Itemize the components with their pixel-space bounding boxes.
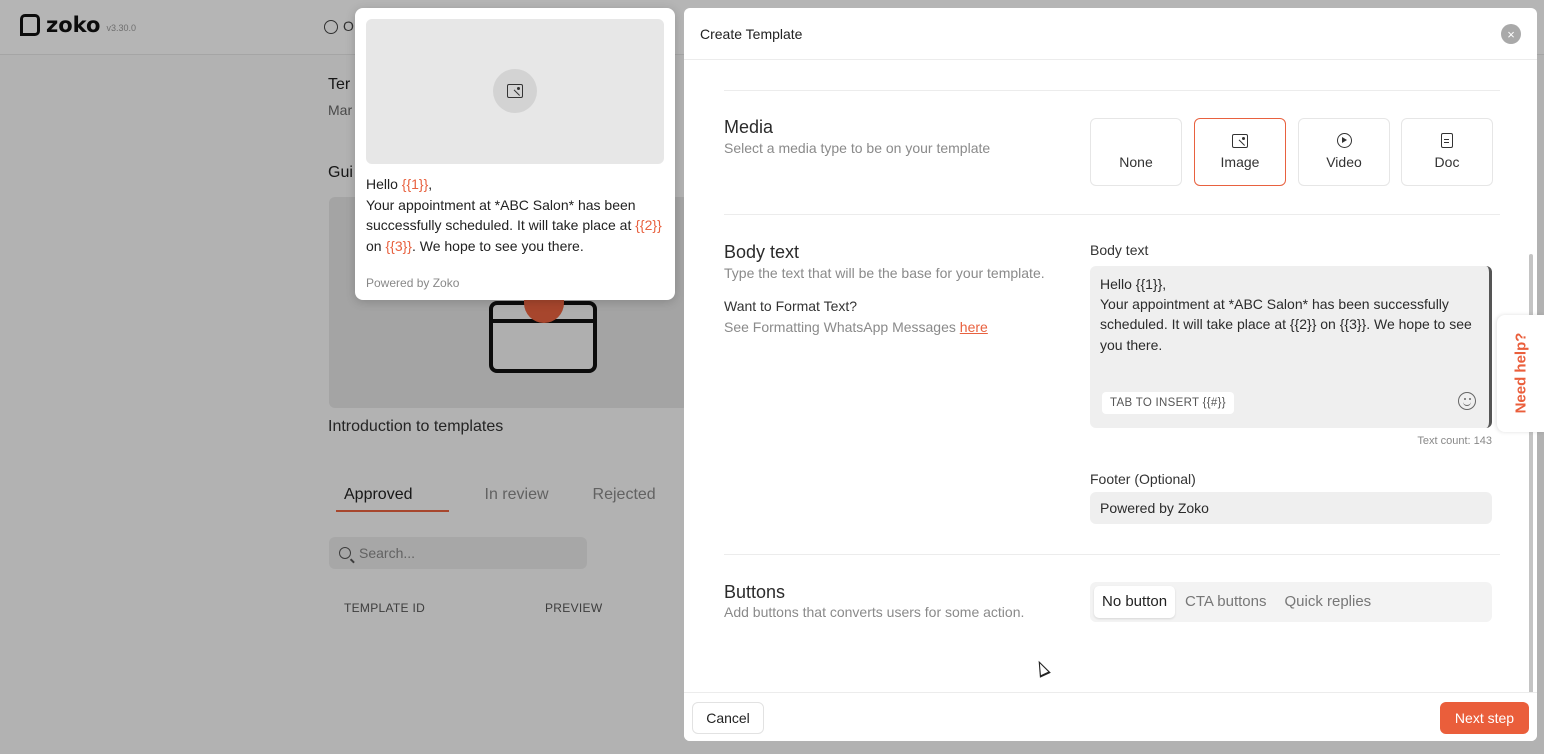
body-section-title: Body text <box>724 242 800 262</box>
preview-footer: Powered by Zoko <box>366 276 460 290</box>
need-help-tab[interactable]: Need help? <box>1497 315 1544 432</box>
body-section-subtitle: Type the text that will be the base for … <box>724 265 1045 281</box>
divider <box>724 90 1500 91</box>
divider <box>724 214 1500 215</box>
preview-media-placeholder <box>366 19 664 164</box>
preview-comma: , <box>428 176 433 192</box>
document-icon <box>1441 133 1453 148</box>
media-section-title: Media <box>724 117 774 137</box>
body-text-label: Body text <box>1090 242 1149 258</box>
image-icon <box>507 84 523 98</box>
preview-variable-2: {{2}} <box>635 217 662 233</box>
button-type-no-button[interactable]: No button <box>1094 586 1176 618</box>
close-icon[interactable]: × <box>1501 24 1521 44</box>
format-text-prefix: See Formatting WhatsApp Messages <box>724 319 960 335</box>
preview-image-icon-wrap <box>493 69 537 113</box>
button-type-cta-buttons[interactable]: CTA buttons <box>1177 586 1274 618</box>
formatting-help-link[interactable]: here <box>960 319 988 335</box>
media-option-image[interactable]: Image <box>1194 118 1286 186</box>
modal-footer: Cancel Next step <box>684 692 1537 741</box>
template-preview-card: Hello {{1}}, Your appointment at *ABC Sa… <box>355 8 675 300</box>
preview-message: Your appointment at *ABC Salon* has been… <box>366 196 636 234</box>
buttons-section-title: Buttons <box>724 582 786 602</box>
buttons-section-subtitle: Add buttons that converts users for some… <box>724 604 1025 620</box>
preview-message-end: . We hope to see you there. <box>411 237 584 254</box>
emoji-icon[interactable] <box>1458 392 1476 410</box>
next-step-button[interactable]: Next step <box>1440 702 1529 734</box>
media-option-none[interactable]: None <box>1090 118 1182 186</box>
body-text-value[interactable]: Hello {{1}}, Your appointment at *ABC Sa… <box>1100 274 1484 355</box>
cancel-button[interactable]: Cancel <box>692 702 764 734</box>
media-option-label: Video <box>1326 154 1362 170</box>
text-count: Text count: 143 <box>1417 435 1492 447</box>
preview-body-text: Hello {{1}}, Your appointment at *ABC Sa… <box>366 174 666 256</box>
tab-to-insert-hint[interactable]: TAB TO INSERT {{#}} <box>1102 392 1234 414</box>
format-text-hint: See Formatting WhatsApp Messages here <box>724 319 988 335</box>
need-help-label: Need help? <box>1512 332 1530 414</box>
media-option-doc[interactable]: Doc <box>1401 118 1493 186</box>
media-option-label: Image <box>1220 154 1260 170</box>
divider <box>724 554 1500 555</box>
preview-on: on <box>366 237 386 254</box>
media-section-subtitle: Select a media type to be on your templa… <box>724 140 991 156</box>
modal-title: Create Template <box>700 26 803 42</box>
modal-header: Create Template × <box>684 8 1537 60</box>
media-option-video[interactable]: Video <box>1298 118 1390 186</box>
image-icon <box>1232 134 1248 148</box>
create-template-modal: Create Template × Media Select a media t… <box>684 8 1537 741</box>
button-type-selector: No button CTA buttons Quick replies <box>1090 582 1492 622</box>
preview-variable-1: {{1}} <box>401 176 429 192</box>
format-text-heading: Want to Format Text? <box>724 298 858 314</box>
preview-variable-3: {{3}} <box>385 237 412 254</box>
play-circle-icon <box>1336 133 1352 148</box>
body-text-editor[interactable]: Hello {{1}}, Your appointment at *ABC Sa… <box>1090 266 1492 428</box>
media-option-label: None <box>1119 154 1153 170</box>
preview-greeting: Hello <box>366 176 402 192</box>
footer-input[interactable] <box>1090 492 1492 524</box>
footer-label: Footer (Optional) <box>1090 471 1196 487</box>
button-type-quick-replies[interactable]: Quick replies <box>1276 586 1379 618</box>
media-option-label: Doc <box>1434 154 1460 170</box>
